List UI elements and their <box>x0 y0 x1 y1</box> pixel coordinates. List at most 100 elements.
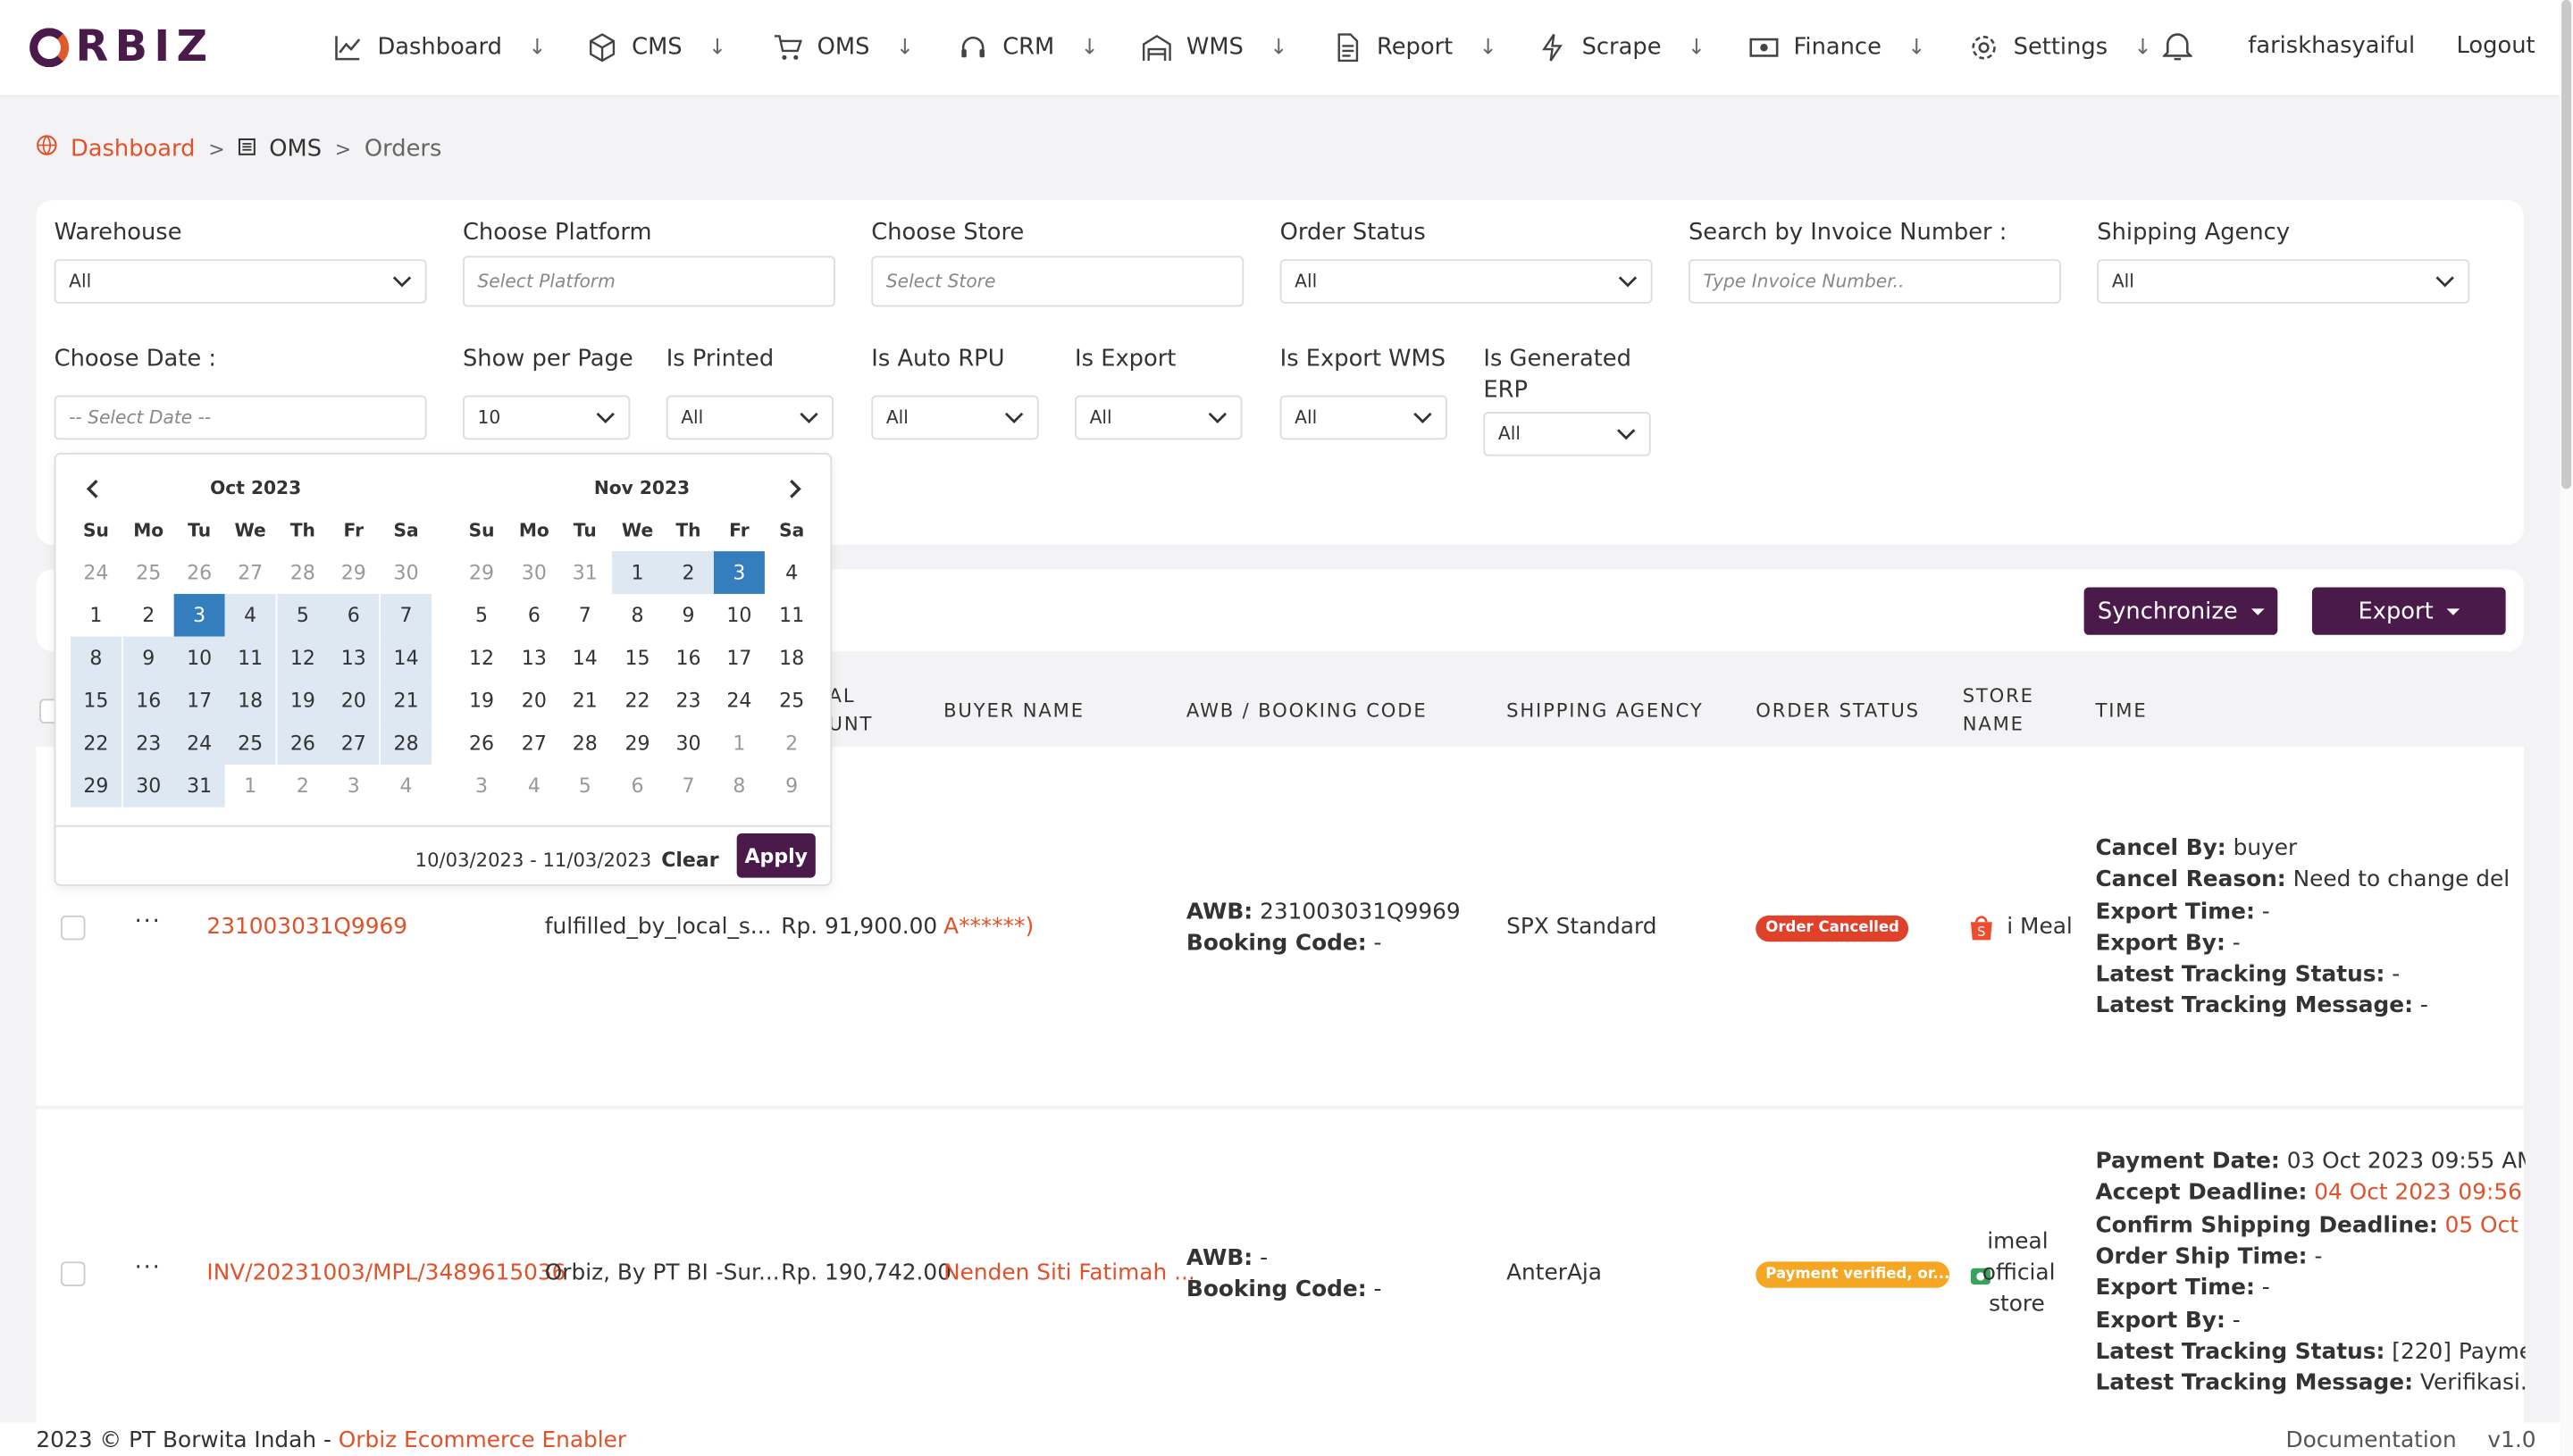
calendar-day[interactable]: 21 <box>381 679 432 723</box>
calendar-day[interactable]: 21 <box>559 679 610 722</box>
calendar-day[interactable]: 6 <box>508 594 559 637</box>
col-time[interactable]: TIME <box>2095 698 2147 725</box>
nav-oms[interactable]: OMS ↓ <box>771 29 914 65</box>
row-actions-menu[interactable]: ··· <box>135 909 162 935</box>
order-status-select[interactable]: All <box>1279 259 1653 304</box>
nav-settings[interactable]: Settings ↓ <box>1967 29 2152 65</box>
col-order-status[interactable]: ORDER STATUS <box>1756 698 1920 725</box>
calendar-day[interactable]: 31 <box>559 551 610 594</box>
buyer-link[interactable]: Nenden Siti Fatimah ... <box>943 1260 1195 1286</box>
calendar-day[interactable]: 27 <box>508 722 559 765</box>
calendar-day[interactable]: 29 <box>612 722 663 765</box>
calendar-day[interactable]: 7 <box>663 765 714 807</box>
calendar-day[interactable]: 6 <box>612 765 663 807</box>
nav-finance[interactable]: Finance ↓ <box>1747 29 1925 65</box>
date-range-input[interactable]: -- Select Date -- <box>54 395 427 440</box>
calendar-day[interactable]: 9 <box>663 594 714 637</box>
calendar-day[interactable]: 3 <box>713 551 765 594</box>
calendar-day[interactable]: 17 <box>714 637 765 680</box>
calendar-day[interactable]: 9 <box>122 636 174 680</box>
col-awb[interactable]: AWB / BOOKING CODE <box>1186 698 1428 725</box>
calendar-day[interactable]: 5 <box>277 593 329 637</box>
calendar-day[interactable]: 19 <box>457 679 507 722</box>
calendar-day[interactable]: 7 <box>559 594 610 637</box>
is-printed-select[interactable]: All <box>666 395 834 440</box>
next-month-icon[interactable] <box>783 476 806 499</box>
calendar-day[interactable]: 1 <box>612 551 664 594</box>
calendar-day[interactable]: 8 <box>70 636 122 680</box>
calendar-day[interactable]: 2 <box>663 551 714 594</box>
breadcrumb-oms[interactable]: OMS <box>269 136 322 162</box>
calendar-day[interactable]: 8 <box>612 594 663 637</box>
brand-link[interactable]: Orbiz Ecommerce Enabler <box>339 1427 626 1453</box>
calendar-day[interactable]: 22 <box>70 722 122 765</box>
page-scrollbar[interactable] <box>2560 0 2573 1456</box>
calendar-day[interactable]: 31 <box>173 764 225 807</box>
platform-select[interactable]: Select Platform <box>462 255 835 307</box>
calendar-day[interactable]: 2 <box>277 765 328 807</box>
logout-link[interactable]: Logout <box>2457 33 2535 59</box>
calendar-day[interactable]: 30 <box>381 551 432 594</box>
calendar-day[interactable]: 19 <box>277 679 329 723</box>
col-buyer-name[interactable]: BUYER NAME <box>943 698 1085 725</box>
invoice-link[interactable]: 231003031Q9969 <box>206 914 407 940</box>
clear-button[interactable]: Clear <box>661 849 718 872</box>
invoice-link[interactable]: INV/20231003/MPL/3489615036 <box>206 1260 566 1286</box>
calendar-day[interactable]: 1 <box>71 594 122 637</box>
calendar-day[interactable]: 14 <box>559 637 610 680</box>
calendar-day[interactable]: 30 <box>663 722 714 765</box>
calendar-day[interactable]: 18 <box>224 679 276 723</box>
breadcrumb-dashboard[interactable]: Dashboard <box>71 136 196 162</box>
calendar-day[interactable]: 2 <box>767 722 817 765</box>
row-actions-menu[interactable]: ··· <box>135 1255 162 1281</box>
calendar-day[interactable]: 23 <box>122 722 174 765</box>
row-checkbox[interactable] <box>60 915 86 941</box>
calendar-day[interactable]: 30 <box>122 764 174 807</box>
calendar-day[interactable]: 6 <box>328 593 380 637</box>
calendar-day[interactable]: 1 <box>714 722 765 765</box>
calendar-day[interactable]: 12 <box>457 637 507 680</box>
calendar-day[interactable]: 23 <box>663 679 714 722</box>
calendar-day[interactable]: 7 <box>381 593 432 637</box>
orbiz-logo[interactable]: RBIZ <box>29 23 214 72</box>
calendar-day[interactable]: 16 <box>663 637 714 680</box>
calendar-day[interactable]: 15 <box>612 637 663 680</box>
calendar-day[interactable]: 27 <box>328 722 380 765</box>
scrollbar-thumb[interactable] <box>2561 0 2572 490</box>
calendar-day[interactable]: 4 <box>767 551 817 594</box>
calendar-day[interactable]: 26 <box>457 722 507 765</box>
col-store-name-l2[interactable]: NAME <box>1963 710 2024 738</box>
calendar-day[interactable]: 13 <box>328 636 380 680</box>
calendar-day[interactable]: 8 <box>714 765 765 807</box>
calendar-day[interactable]: 4 <box>224 593 276 637</box>
calendar-day[interactable]: 17 <box>173 679 225 723</box>
calendar-day[interactable]: 26 <box>174 551 225 594</box>
calendar-day[interactable]: 3 <box>328 765 379 807</box>
nav-scrape[interactable]: Scrape ↓ <box>1536 29 1706 65</box>
col-shipping-agency[interactable]: SHIPPING AGENCY <box>1506 698 1704 725</box>
user-name[interactable]: fariskhasyaiful <box>2248 33 2415 59</box>
calendar-day[interactable]: 5 <box>559 765 610 807</box>
calendar-day[interactable]: 15 <box>70 679 122 723</box>
shipping-agency-select[interactable]: All <box>2097 259 2470 304</box>
calendar-day[interactable]: 22 <box>612 679 663 722</box>
calendar-day[interactable]: 29 <box>70 764 122 807</box>
calendar-day[interactable]: 10 <box>173 636 225 680</box>
row-checkbox[interactable] <box>60 1261 86 1286</box>
calendar-day[interactable]: 14 <box>381 636 432 680</box>
calendar-day[interactable]: 10 <box>714 594 765 637</box>
documentation-link[interactable]: Documentation <box>2286 1427 2457 1453</box>
calendar-day[interactable]: 16 <box>122 679 174 723</box>
calendar-day[interactable]: 29 <box>328 551 379 594</box>
calendar-day[interactable]: 24 <box>714 679 765 722</box>
calendar-day[interactable]: 24 <box>71 551 122 594</box>
calendar-day[interactable]: 26 <box>277 722 329 765</box>
calendar-day[interactable]: 24 <box>173 722 225 765</box>
is-generated-erp-select[interactable]: All <box>1483 412 1651 456</box>
calendar-day[interactable]: 3 <box>173 593 225 637</box>
nav-dashboard[interactable]: Dashboard ↓ <box>331 29 546 65</box>
calendar-day[interactable]: 3 <box>457 765 507 807</box>
is-auto-rpu-select[interactable]: All <box>871 395 1039 440</box>
is-export-wms-select[interactable]: All <box>1279 395 1447 440</box>
calendar-day[interactable]: 1 <box>225 765 276 807</box>
